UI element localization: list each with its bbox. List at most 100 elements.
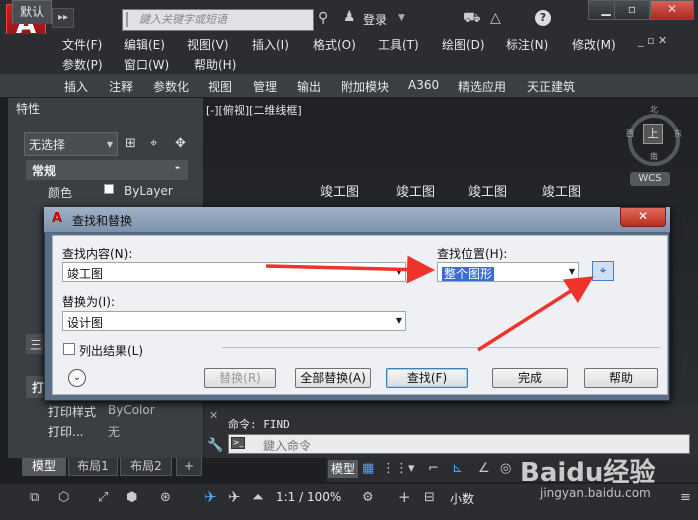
login-link[interactable]: 登录: [363, 11, 387, 28]
chevron-down-icon[interactable]: ▼: [396, 267, 402, 276]
add-layout-button[interactable]: +: [176, 458, 202, 476]
color-value[interactable]: ByLayer: [124, 184, 173, 198]
compass-south[interactable]: 南: [650, 151, 658, 162]
polar-icon[interactable]: ∠: [478, 461, 490, 476]
compass-east[interactable]: 东: [674, 128, 682, 139]
doc-window-controls[interactable]: _ ▫ ✕: [638, 34, 667, 47]
search-input[interactable]: 鍵入关键字或短语: [122, 9, 314, 31]
snap-icon[interactable]: ⋮⋮: [382, 461, 408, 476]
pickadd-icon[interactable]: ✥: [175, 136, 186, 151]
help-button[interactable]: ?: [535, 10, 551, 26]
menu-window[interactable]: 窗口(W): [124, 56, 169, 73]
model-space-toggle[interactable]: 模型: [328, 460, 358, 478]
tab-insert[interactable]: 插入: [64, 78, 88, 95]
tab-layout1[interactable]: 布局1: [68, 458, 118, 476]
tab-manage[interactable]: 管理: [253, 78, 277, 95]
menu-insert[interactable]: 插入(I): [252, 36, 289, 53]
find-what-input[interactable]: 竣工图 ▼: [62, 262, 406, 282]
menu-tools[interactable]: 工具(T): [378, 36, 419, 53]
replace-button[interactable]: 替换(R): [204, 368, 276, 388]
grid-icon[interactable]: ▦: [362, 461, 374, 476]
print-style-value[interactable]: ByColor: [108, 403, 155, 417]
menu-view[interactable]: 视图(V): [187, 36, 229, 53]
ucs-icon[interactable]: ⤢: [98, 490, 108, 505]
annotation-scale[interactable]: 1:1 / 100%: [276, 490, 341, 504]
chevron-down-icon[interactable]: ▼: [569, 267, 575, 276]
add-icon[interactable]: +: [398, 488, 411, 506]
tab-addins[interactable]: 附加模块: [341, 78, 389, 95]
compass-west[interactable]: 西: [626, 128, 634, 139]
gear-icon[interactable]: ⚙: [362, 490, 374, 505]
drawing-text[interactable]: 竣工图: [320, 181, 359, 200]
drawing-text[interactable]: 竣工图: [468, 181, 507, 200]
dialog-close-button[interactable]: ✕: [620, 207, 666, 227]
viewport-controls[interactable]: [-][俯视][二维线框]: [206, 102, 302, 118]
section-general[interactable]: 常规 -: [26, 160, 188, 180]
list-results-label[interactable]: 列出结果(L): [79, 342, 143, 359]
help-button-dialog[interactable]: 帮助: [584, 368, 658, 388]
tab-view[interactable]: 视图: [208, 78, 232, 95]
wrench-icon[interactable]: 🔧: [207, 438, 223, 453]
collapse-icon[interactable]: -: [175, 160, 180, 174]
cube-icon[interactable]: ⬢: [126, 490, 137, 505]
list-results-checkbox[interactable]: [63, 343, 75, 355]
a360-icon[interactable]: △: [490, 10, 501, 26]
menu-format[interactable]: 格式(O): [313, 36, 356, 53]
tab-parametric[interactable]: 参数化: [153, 78, 189, 95]
menu-icon[interactable]: ≡: [680, 490, 691, 505]
quick-access-expand-button[interactable]: ▸▸: [52, 8, 74, 28]
drawing-text[interactable]: 竣工图: [396, 181, 435, 200]
menu-file[interactable]: 文件(F): [62, 36, 102, 53]
select-objects-button[interactable]: ⌖: [592, 261, 614, 281]
selection-dropdown[interactable]: 无选择 ▼: [24, 132, 118, 156]
menu-modify[interactable]: 修改(M): [572, 36, 616, 53]
tab-model[interactable]: 模型: [22, 458, 66, 476]
tab-default[interactable]: 默认: [12, 0, 52, 24]
print-value[interactable]: 无: [108, 423, 120, 440]
replace-all-button[interactable]: 全部替换(A): [295, 368, 371, 388]
auto-scale-icon[interactable]: ✈: [228, 488, 241, 506]
wcs-menu[interactable]: WCS: [630, 172, 670, 186]
replace-with-input[interactable]: 设计图 ▼: [62, 311, 406, 331]
tab-output[interactable]: 输出: [297, 78, 321, 95]
binoculars-icon[interactable]: ⚲: [318, 10, 328, 26]
tab-tangent[interactable]: 天正建筑: [527, 78, 575, 95]
selection-cycle-icon[interactable]: ⊛: [160, 490, 171, 505]
select-objects-icon[interactable]: ⌖: [150, 136, 157, 151]
menu-edit[interactable]: 编辑(E): [124, 36, 165, 53]
menu-help[interactable]: 帮助(H): [194, 56, 236, 73]
drawing-text[interactable]: 竣工图: [542, 181, 581, 200]
viewcube-face[interactable]: 上: [643, 124, 663, 144]
close-icon[interactable]: ✕: [209, 409, 218, 422]
layer-icon[interactable]: ⧉: [30, 490, 39, 505]
3d-icon[interactable]: ⬡: [58, 490, 69, 505]
ortho-icon[interactable]: ⊾: [452, 461, 463, 476]
command-input[interactable]: 鍵入命令: [228, 434, 690, 454]
units-dropdown[interactable]: 小数: [450, 490, 474, 507]
tab-annotate[interactable]: 注释: [109, 78, 133, 95]
dialog-title-bar[interactable]: [44, 207, 670, 233]
quick-select-icon[interactable]: ⊞: [125, 136, 136, 151]
restore-button[interactable]: ▫: [614, 0, 650, 20]
osnap-icon[interactable]: ◎: [500, 461, 511, 476]
menu-draw[interactable]: 绘图(D): [442, 36, 485, 53]
done-button[interactable]: 完成: [492, 368, 568, 388]
annotation-visibility-icon[interactable]: ✈: [204, 488, 217, 506]
compass-north[interactable]: 北: [650, 104, 658, 115]
chevron-down-icon[interactable]: ▼: [396, 316, 402, 325]
menu-dimension[interactable]: 标注(N): [506, 36, 548, 53]
tab-layout2[interactable]: 布局2: [120, 458, 172, 476]
tab-a360[interactable]: A360: [408, 78, 439, 92]
chevron-down-icon[interactable]: ▼: [398, 13, 405, 23]
infer-icon[interactable]: ⌐: [428, 461, 439, 476]
menu-parametric[interactable]: 参数(P): [62, 56, 103, 73]
expand-options-button[interactable]: ⌄: [68, 369, 86, 387]
command-prompt-icon[interactable]: >_: [231, 437, 245, 449]
cart-icon[interactable]: ⛟: [463, 10, 481, 28]
dropdown-icon[interactable]: ▾: [408, 461, 415, 476]
find-where-select[interactable]: 整个图形 ▼: [437, 262, 579, 282]
tab-featured-apps[interactable]: 精选应用: [458, 78, 506, 95]
workspace-icon[interactable]: ⊟: [424, 490, 435, 505]
close-window-button[interactable]: ✕: [650, 0, 694, 20]
find-button[interactable]: 查找(F): [386, 368, 468, 388]
